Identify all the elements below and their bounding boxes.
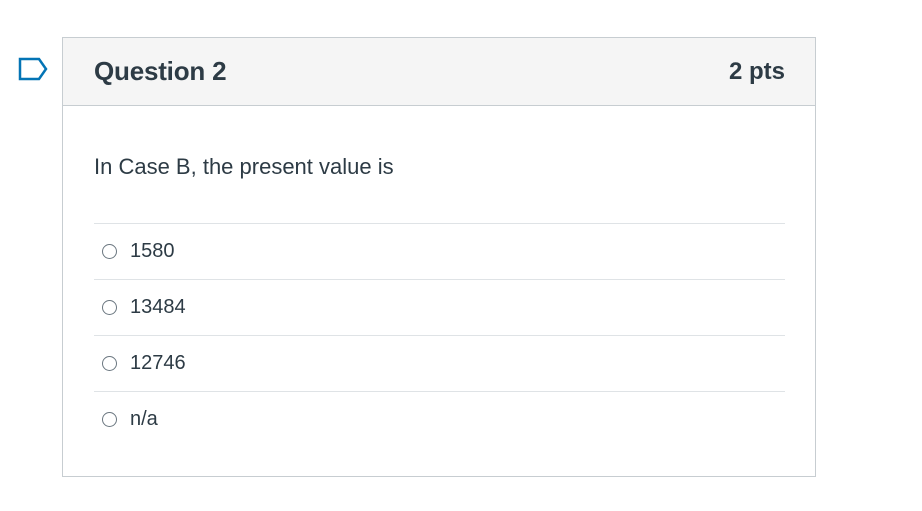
answer-option[interactable]: 12746 [94,335,785,391]
answer-label: 13484 [130,296,186,318]
question-body: In Case B, the present value is 1580 134… [63,106,815,447]
radio-button[interactable] [102,300,117,315]
question-header: Question 2 2 pts [63,38,815,106]
radio-button[interactable] [102,356,117,371]
answer-label: 1580 [130,240,175,262]
flag-question-icon[interactable] [17,56,49,82]
quiz-page: Question 2 2 pts In Case B, the present … [0,0,922,511]
radio-button[interactable] [102,412,117,427]
answer-label: 12746 [130,352,186,374]
question-card: Question 2 2 pts In Case B, the present … [62,37,816,477]
answer-label: n/a [130,408,158,430]
question-title: Question 2 [94,56,227,86]
question-points: 2 pts [728,57,785,85]
answer-option[interactable]: 1580 [94,223,785,279]
radio-button[interactable] [102,244,117,259]
answer-option[interactable]: 13484 [94,279,785,335]
question-text: In Case B, the present value is [94,154,394,179]
answer-list: 1580 13484 12746 n/a [94,223,785,447]
answer-option[interactable]: n/a [94,391,785,447]
